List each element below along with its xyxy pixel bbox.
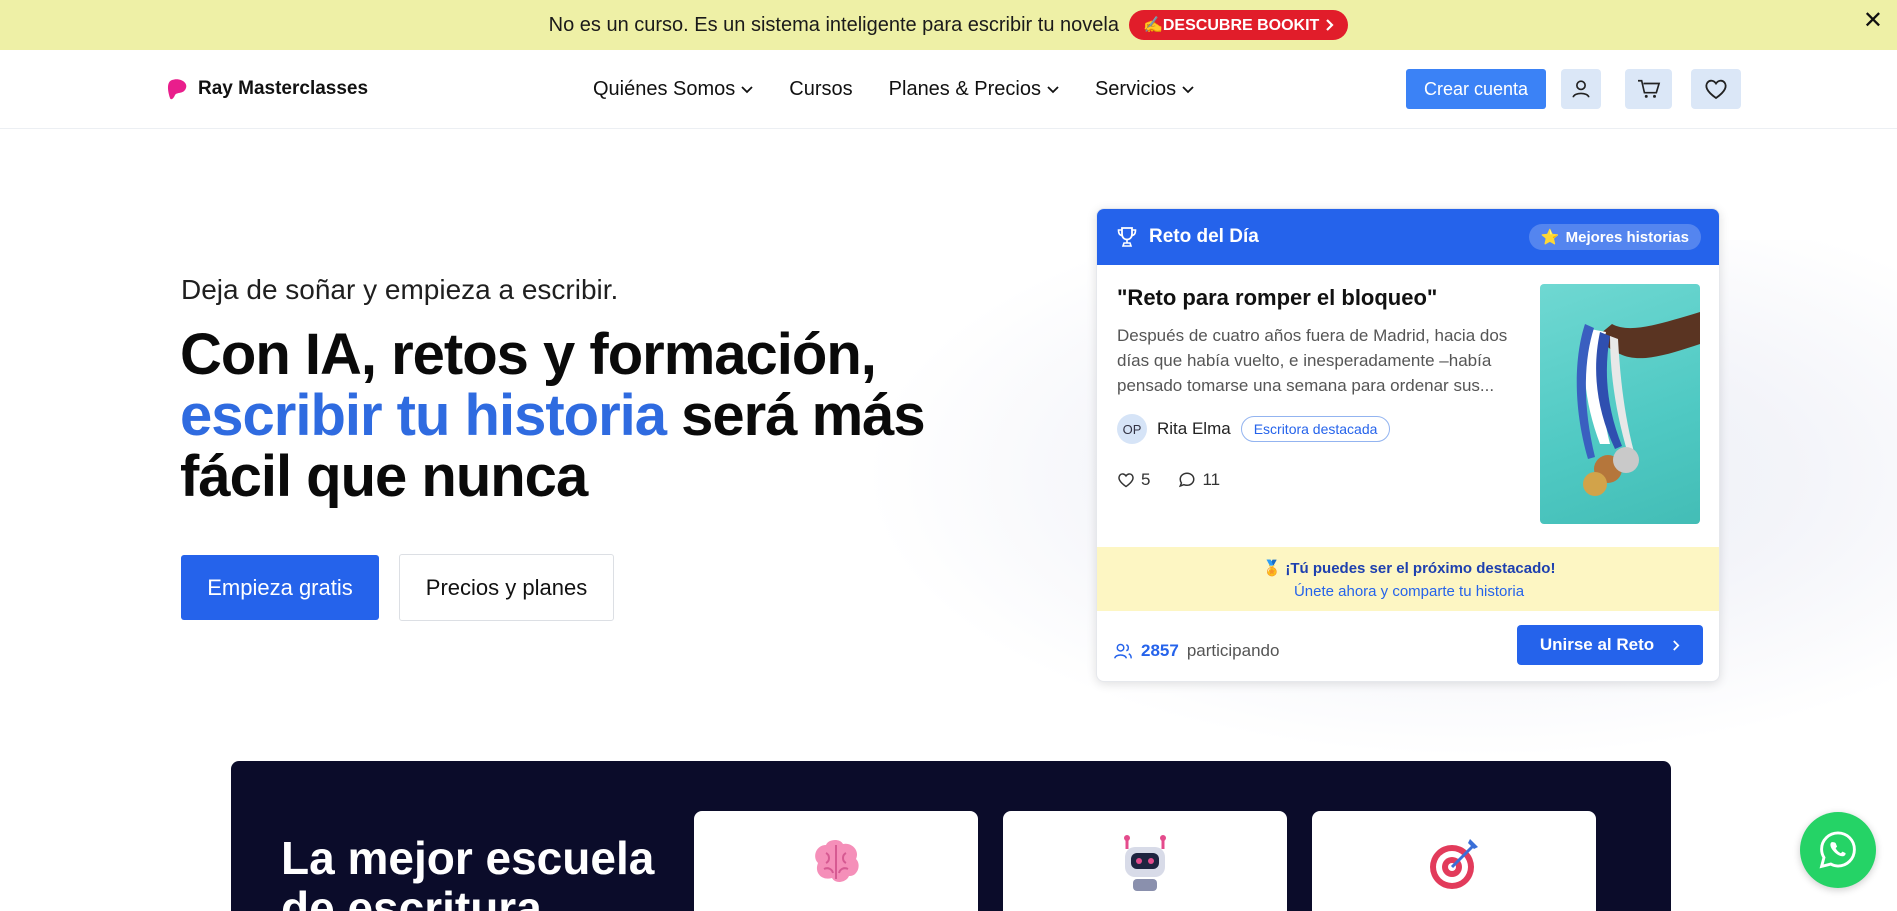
user-icon bbox=[1572, 80, 1590, 98]
likes-count: 5 bbox=[1141, 470, 1151, 489]
nav-servicios-label: Servicios bbox=[1094, 78, 1177, 100]
feature-card-target[interactable] bbox=[1312, 811, 1596, 911]
whatsapp-icon bbox=[1819, 831, 1856, 869]
chevron-down-icon bbox=[741, 85, 753, 93]
heart-icon bbox=[1118, 473, 1134, 488]
main-nav: Quiénes Somos Cursos Planes & Precios Se… bbox=[593, 78, 1194, 101]
challenge-card-title: Reto del Día bbox=[1149, 226, 1259, 247]
featured-promo-title: 🏅 ¡Tú puedes ser el próximo destacado! bbox=[1262, 560, 1556, 577]
featured-promo-strip[interactable]: 🏅 ¡Tú puedes ser el próximo destacado! Ú… bbox=[1097, 547, 1719, 611]
comment-button[interactable]: 11 bbox=[1178, 470, 1220, 490]
participants-counter: 2857 participando bbox=[1113, 641, 1279, 661]
featured-writer-badge: Escritora destacada bbox=[1240, 416, 1391, 442]
star-icon: ⭐ bbox=[1540, 229, 1560, 246]
chevron-down-icon bbox=[1182, 85, 1194, 93]
nav-quienes-somos-label: Quiénes Somos bbox=[593, 78, 736, 100]
start-free-button[interactable]: Empieza gratis bbox=[181, 555, 379, 620]
nav-planes-precios-label: Planes & Precios bbox=[888, 78, 1041, 100]
story-author: OP Rita Elma Escritora destacada bbox=[1117, 414, 1391, 444]
hero-subtitle: Deja de soñar y empieza a escribir. bbox=[181, 274, 619, 305]
brain-icon bbox=[815, 839, 859, 882]
nav-cursos-label: Cursos bbox=[789, 78, 853, 100]
comments-count: 11 bbox=[1202, 470, 1221, 489]
logo-mark-icon bbox=[168, 79, 187, 100]
account-button[interactable] bbox=[1561, 69, 1601, 109]
nav-servicios[interactable]: Servicios bbox=[1095, 78, 1194, 101]
hero-title-highlight: escribir tu historia bbox=[180, 383, 667, 448]
school-section: La mejor escuela de escritura bbox=[231, 761, 1671, 911]
story-image bbox=[1540, 284, 1700, 524]
hero-title: Con IA, retos y formación, escribir tu h… bbox=[180, 324, 960, 507]
like-button[interactable]: 5 bbox=[1117, 470, 1150, 490]
join-challenge-button[interactable]: Unirse al Reto bbox=[1517, 625, 1703, 665]
feature-card-ai[interactable] bbox=[694, 811, 978, 911]
avatar: OP bbox=[1117, 414, 1147, 444]
daily-challenge-card: Reto del Día ⭐ Mejores historias "Reto p… bbox=[1096, 208, 1720, 682]
discover-bookit-label: ✍️DESCUBRE BOOKIT bbox=[1142, 17, 1320, 34]
nav-planes-precios[interactable]: Planes & Precios bbox=[889, 78, 1059, 101]
robot-icon bbox=[1124, 835, 1166, 891]
announcement-text: No es un curso. Es un sistema inteligent… bbox=[548, 13, 1119, 36]
trophy-icon bbox=[1117, 227, 1137, 247]
cart-icon bbox=[1637, 79, 1660, 98]
nav-quienes-somos[interactable]: Quiénes Somos bbox=[593, 78, 753, 101]
chevron-right-icon bbox=[1326, 19, 1334, 31]
nav-cursos[interactable]: Cursos bbox=[789, 78, 852, 101]
author-name: Rita Elma bbox=[1157, 419, 1231, 438]
whatsapp-chat-button[interactable] bbox=[1800, 812, 1876, 888]
medals-illustration bbox=[1576, 312, 1700, 496]
join-challenge-label: Unirse al Reto bbox=[1539, 635, 1655, 654]
brand-name: Ray Masterclasses bbox=[198, 78, 369, 99]
announcement-bar: No es un curso. Es un sistema inteligent… bbox=[0, 0, 1897, 50]
best-stories-label: Mejores historias bbox=[1565, 228, 1689, 246]
chevron-right-icon bbox=[1673, 639, 1680, 651]
feature-card-robot[interactable] bbox=[1003, 811, 1287, 911]
participants-count: 2857 bbox=[1141, 641, 1179, 660]
best-stories-badge[interactable]: ⭐ Mejores historias bbox=[1528, 224, 1701, 250]
pricing-plans-button[interactable]: Precios y planes bbox=[399, 554, 614, 621]
site-header: Ray Masterclasses Quiénes Somos Cursos P… bbox=[0, 50, 1897, 129]
target-icon bbox=[1430, 839, 1478, 889]
story-stats: 5 11 bbox=[1117, 470, 1220, 490]
users-icon bbox=[1114, 643, 1132, 659]
heart-icon bbox=[1705, 79, 1727, 100]
cart-button[interactable] bbox=[1625, 69, 1672, 109]
hero-title-part1: Con IA, retos y formación, bbox=[180, 322, 877, 387]
comment-icon bbox=[1179, 472, 1195, 488]
challenge-card-header: Reto del Día ⭐ Mejores historias bbox=[1097, 209, 1719, 265]
close-announcement-button[interactable]: ✕ bbox=[1863, 6, 1883, 35]
story-excerpt: Después de cuatro años fuera de Madrid, … bbox=[1117, 326, 1508, 395]
chevron-down-icon bbox=[1047, 85, 1059, 93]
participants-label: participando bbox=[1186, 641, 1280, 660]
create-account-button[interactable]: Crear cuenta bbox=[1406, 69, 1546, 109]
discover-bookit-button[interactable]: ✍️DESCUBRE BOOKIT bbox=[1128, 10, 1349, 40]
featured-promo-link[interactable]: Únete ahora y comparte tu historia bbox=[1097, 583, 1719, 600]
brand-logo[interactable]: Ray Masterclasses bbox=[166, 77, 368, 101]
story-title[interactable]: "Reto para romper el bloqueo" bbox=[1117, 285, 1437, 311]
wishlist-button[interactable] bbox=[1691, 69, 1741, 109]
school-title: La mejor escuela de escritura bbox=[281, 832, 655, 911]
